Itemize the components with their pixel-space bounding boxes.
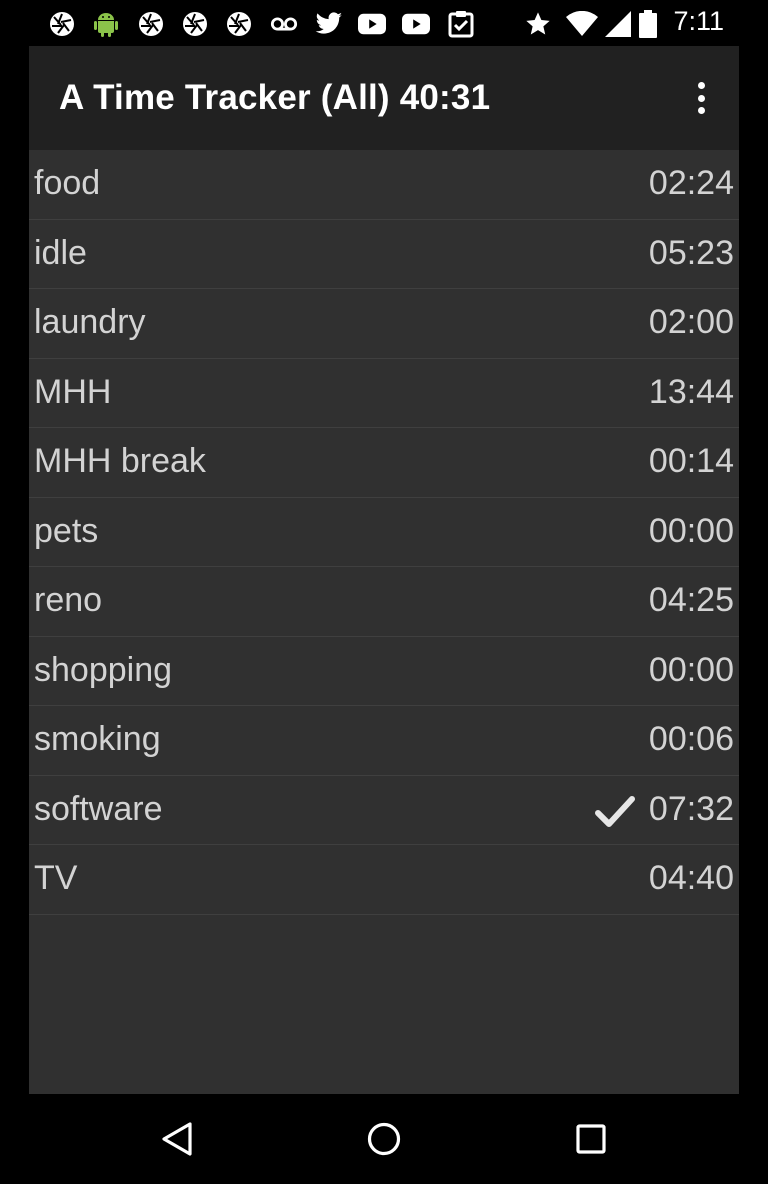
signal-icon bbox=[604, 10, 632, 38]
aperture-icon bbox=[137, 10, 165, 38]
battery-icon bbox=[638, 10, 658, 38]
task-row[interactable]: reno 04:25 bbox=[29, 567, 739, 637]
more-vert-icon[interactable] bbox=[689, 78, 713, 118]
task-time: 00:00 bbox=[648, 511, 734, 550]
task-name: software bbox=[34, 789, 163, 828]
star-icon bbox=[524, 10, 552, 38]
task-row[interactable]: food 02:24 bbox=[29, 150, 739, 220]
task-row[interactable]: laundry 02:00 bbox=[29, 289, 739, 359]
task-row[interactable]: shopping 00:00 bbox=[29, 637, 739, 706]
task-row[interactable]: pets 00:00 bbox=[29, 498, 739, 567]
task-row[interactable]: MHH 13:44 bbox=[29, 359, 739, 428]
aperture-icon bbox=[48, 10, 76, 38]
app-window: A Time Tracker (All) 40:31 food 02:24 idle… bbox=[29, 46, 739, 1094]
home-icon[interactable] bbox=[359, 1114, 409, 1164]
task-name: idle bbox=[34, 233, 87, 272]
task-time: 02:24 bbox=[648, 164, 734, 202]
task-row[interactable]: TV 04:40 bbox=[29, 845, 739, 915]
app-title: A Time Tracker (All) 40:31 bbox=[59, 78, 491, 117]
task-name: shopping bbox=[34, 650, 173, 689]
twitter-icon bbox=[315, 10, 343, 38]
recents-icon[interactable] bbox=[566, 1114, 616, 1164]
task-name: smoking bbox=[34, 720, 161, 758]
aperture-icon bbox=[181, 10, 209, 38]
navigation-bar bbox=[0, 1094, 768, 1184]
task-time: 07:32 bbox=[648, 789, 734, 828]
checkmark-icon bbox=[595, 794, 635, 830]
youtube-icon bbox=[402, 10, 430, 38]
task-time: 02:00 bbox=[648, 303, 734, 341]
task-time: 04:25 bbox=[648, 581, 734, 619]
task-name: pets bbox=[34, 511, 99, 550]
task-row[interactable]: idle 05:23 bbox=[29, 220, 739, 289]
task-list: food 02:24 idle 05:23 laundry 02:00 MHH 13:44 MH… bbox=[29, 150, 739, 915]
task-name: food bbox=[34, 164, 101, 202]
task-time: 05:23 bbox=[648, 233, 734, 272]
back-icon[interactable] bbox=[152, 1114, 202, 1164]
task-row[interactable]: software 07:32 bbox=[29, 776, 739, 845]
youtube-icon bbox=[358, 10, 386, 38]
wifi-icon bbox=[566, 10, 598, 38]
status-time: 7:11 bbox=[673, 6, 724, 36]
task-name: TV bbox=[34, 859, 78, 897]
action-bar: A Time Tracker (All) 40:31 bbox=[29, 46, 739, 150]
task-name: laundry bbox=[34, 303, 146, 341]
voicemail-icon bbox=[270, 10, 298, 38]
task-row[interactable]: MHH break 00:14 bbox=[29, 428, 739, 498]
clipboard-check-icon bbox=[447, 10, 475, 38]
android-icon bbox=[92, 10, 120, 38]
task-row[interactable]: smoking 00:06 bbox=[29, 706, 739, 776]
task-name: MHH bbox=[34, 372, 112, 411]
task-time: 13:44 bbox=[648, 372, 734, 411]
task-name: reno bbox=[34, 581, 103, 619]
aperture-icon bbox=[225, 10, 253, 38]
status-bar: 7:11 bbox=[0, 0, 768, 46]
task-time: 00:06 bbox=[648, 720, 734, 758]
task-time: 00:14 bbox=[648, 442, 734, 480]
task-name: MHH break bbox=[34, 442, 206, 480]
task-time: 00:00 bbox=[648, 650, 734, 689]
task-time: 04:40 bbox=[648, 859, 734, 897]
